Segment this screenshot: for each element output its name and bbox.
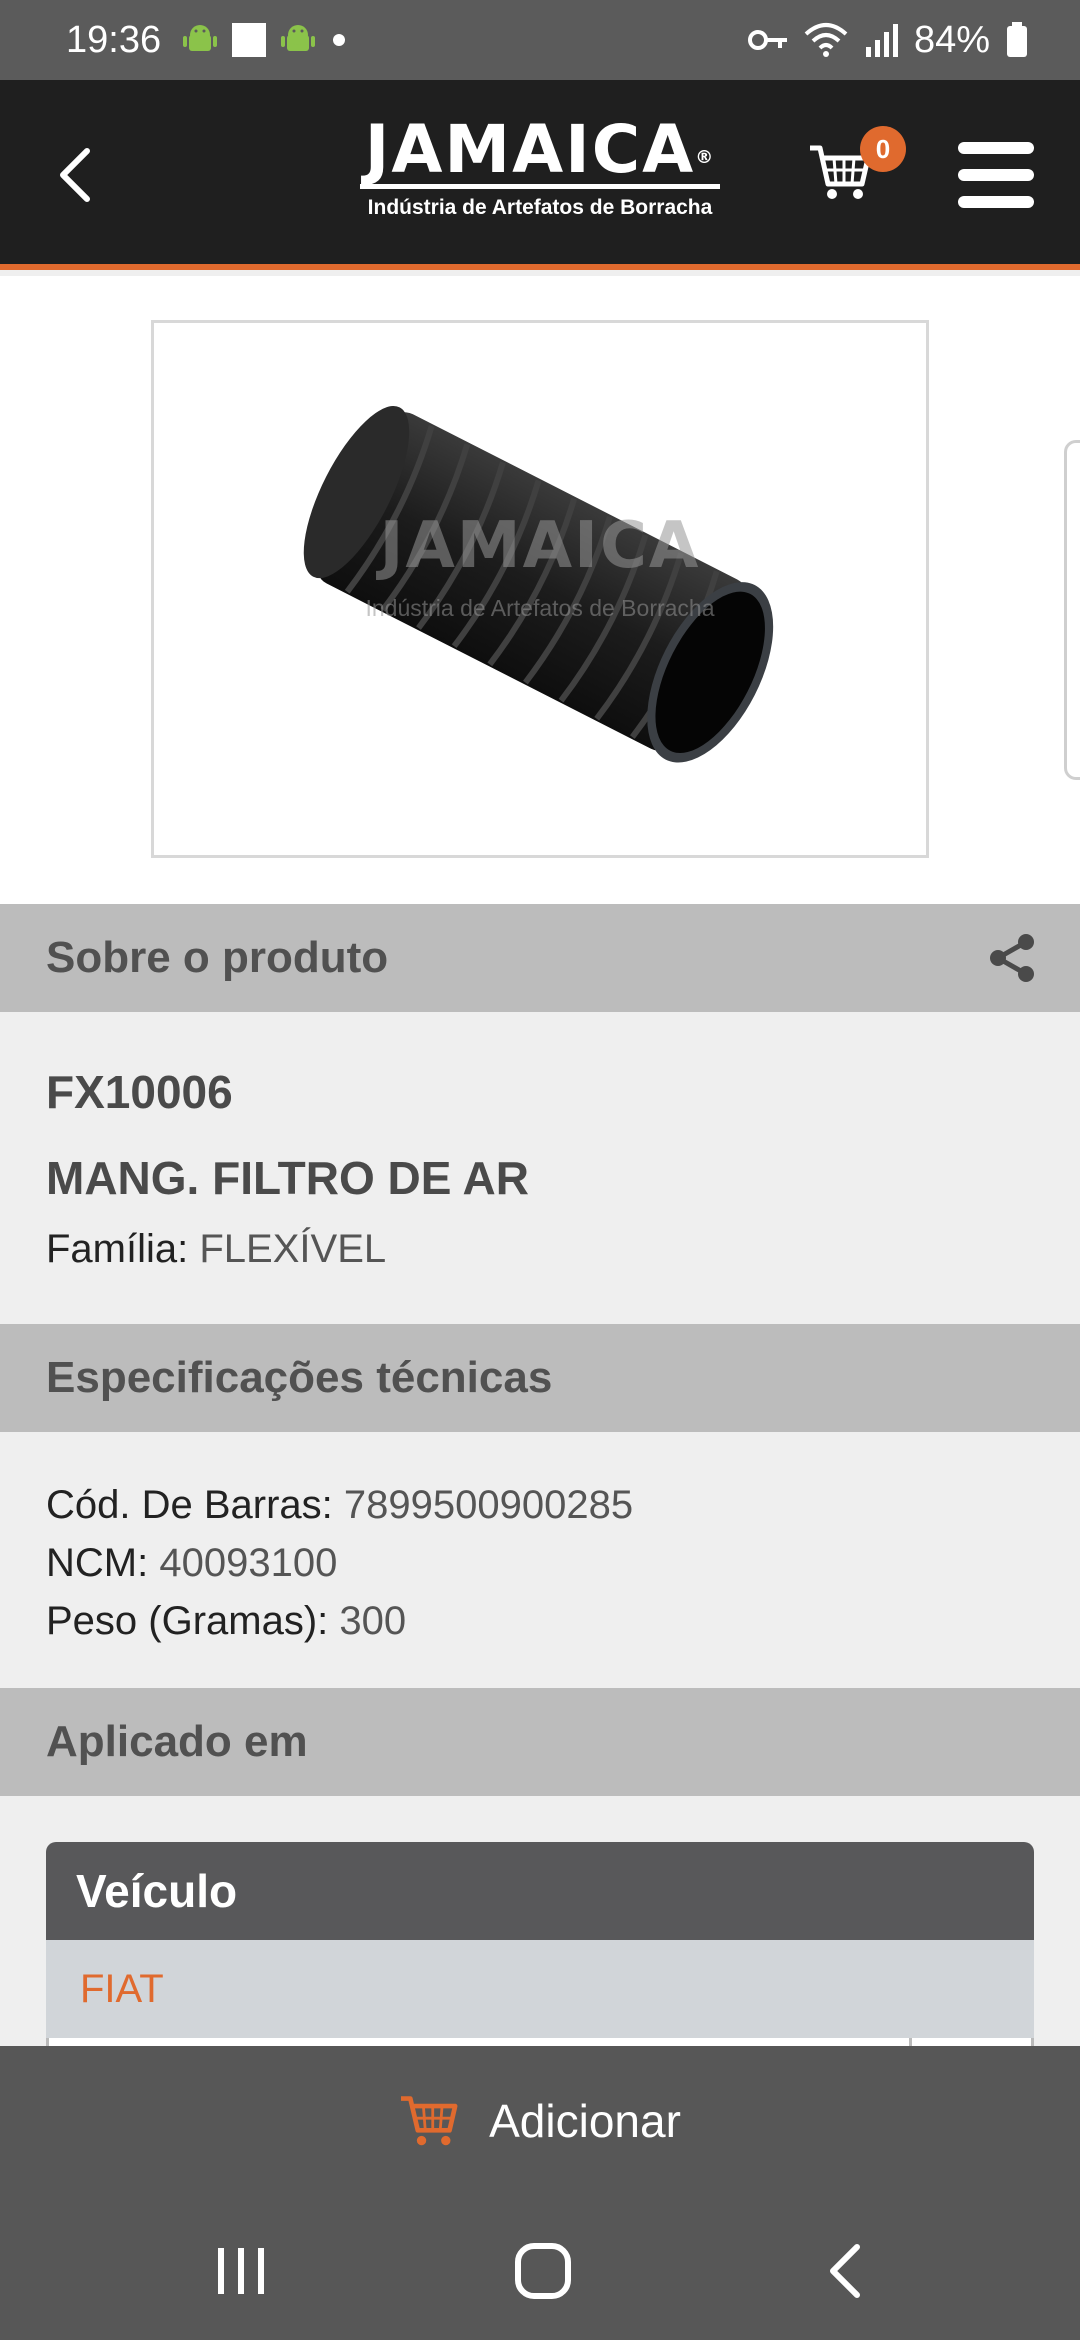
about-section-body: FX10006 MANG. FILTRO DE AR Família: FLEX… — [0, 1012, 1080, 1324]
spec-value: 300 — [339, 1599, 407, 1643]
home-button[interactable] — [508, 2236, 578, 2306]
family-value: FLEXÍVEL — [199, 1227, 387, 1271]
spec-row: NCM: 40093100 — [46, 1534, 1034, 1592]
battery-percent: 84% — [913, 18, 990, 61]
spec-row: Peso (Gramas): 300 — [46, 1592, 1034, 1650]
spec-value: 7899500900285 — [343, 1483, 634, 1527]
home-icon — [515, 2243, 571, 2299]
spec-label: Peso (Gramas): — [46, 1599, 329, 1643]
chevron-left-icon — [60, 148, 90, 202]
system-back-button[interactable] — [810, 2236, 880, 2306]
square-icon — [232, 23, 267, 57]
share-button[interactable] — [986, 932, 1038, 984]
spec-value: 40093100 — [159, 1541, 338, 1585]
back-arrow-icon — [830, 2244, 860, 2298]
hamburger-line — [958, 169, 1034, 181]
recent-apps-icon — [218, 2248, 264, 2294]
hamburger-line — [958, 142, 1034, 154]
add-to-cart-button[interactable]: Adicionar — [0, 2046, 1080, 2196]
family-label: Família: — [46, 1227, 189, 1271]
specs-section-body: Cód. De Barras: 7899500900285 NCM: 40093… — [0, 1432, 1080, 1688]
menu-button[interactable] — [958, 142, 1034, 208]
vpn-key-icon — [747, 30, 787, 50]
spec-row: Cód. De Barras: 7899500900285 — [46, 1476, 1034, 1534]
dot-icon — [333, 34, 346, 46]
status-time: 19:36 — [66, 18, 162, 61]
spec-label: NCM: — [46, 1541, 149, 1585]
section-title: Aplicado em — [46, 1717, 308, 1766]
hamburger-line — [958, 196, 1034, 208]
brand-logo[interactable]: JAMAICA® Indústria de Artefatos de Borra… — [340, 110, 740, 240]
specs-section-header: Especificações técnicas — [0, 1324, 1080, 1432]
product-image[interactable]: JAMAICA Indústria de Artefatos de Borrac… — [151, 320, 929, 858]
android-icon — [183, 25, 218, 51]
battery-icon — [1007, 22, 1027, 57]
about-section-header: Sobre o produto — [0, 904, 1080, 1012]
applied-section-body: Veículo FIAT — [0, 1796, 1080, 2078]
spec-label: Cód. De Barras: — [46, 1483, 333, 1527]
rubber-hose-image — [303, 406, 774, 763]
section-title: Especificações técnicas — [46, 1353, 553, 1402]
back-button[interactable] — [40, 140, 110, 210]
product-code: FX10006 — [46, 1066, 233, 1118]
image-carousel-next[interactable] — [1064, 440, 1080, 780]
section-title: Sobre o produto — [46, 933, 389, 982]
add-cart-icon — [401, 2096, 458, 2146]
android-icon — [281, 25, 316, 51]
vehicle-brand-row[interactable]: FIAT — [46, 1940, 1034, 2038]
applied-section-header: Aplicado em — [0, 1688, 1080, 1796]
cart-count-badge: 0 — [860, 126, 906, 172]
system-navigation-bar — [0, 2196, 1080, 2340]
add-button-label: Adicionar — [489, 2095, 681, 2147]
page-content: JAMAICA Indústria de Artefatos de Borrac… — [0, 276, 1080, 2078]
signal-icon — [865, 24, 898, 57]
share-icon — [990, 934, 1034, 982]
notification-icons — [183, 22, 349, 58]
app-header: JAMAICA® Indústria de Artefatos de Borra… — [0, 80, 1080, 270]
registered-mark: ® — [695, 147, 716, 168]
status-bar: 19:36 84% — [0, 0, 1080, 80]
product-image-area: JAMAICA Indústria de Artefatos de Borrac… — [0, 276, 1080, 904]
vehicle-table-header: Veículo — [46, 1842, 1034, 1940]
product-family: Família: FLEXÍVEL — [46, 1224, 1034, 1274]
watermark-tagline: Indústria de Artefatos de Borracha — [365, 595, 715, 621]
recent-apps-button[interactable] — [206, 2236, 276, 2306]
watermark-brand: JAMAICA — [379, 509, 701, 583]
wifi-icon — [804, 23, 848, 57]
brand-tagline: Indústria de Artefatos de Borracha — [367, 196, 713, 219]
brand-name: JAMAICA — [364, 111, 696, 188]
product-name: MANG. FILTRO DE AR — [46, 1152, 529, 1204]
cart-button[interactable]: 0 — [808, 126, 906, 220]
vehicle-table: Veículo FIAT — [46, 1842, 1034, 2078]
